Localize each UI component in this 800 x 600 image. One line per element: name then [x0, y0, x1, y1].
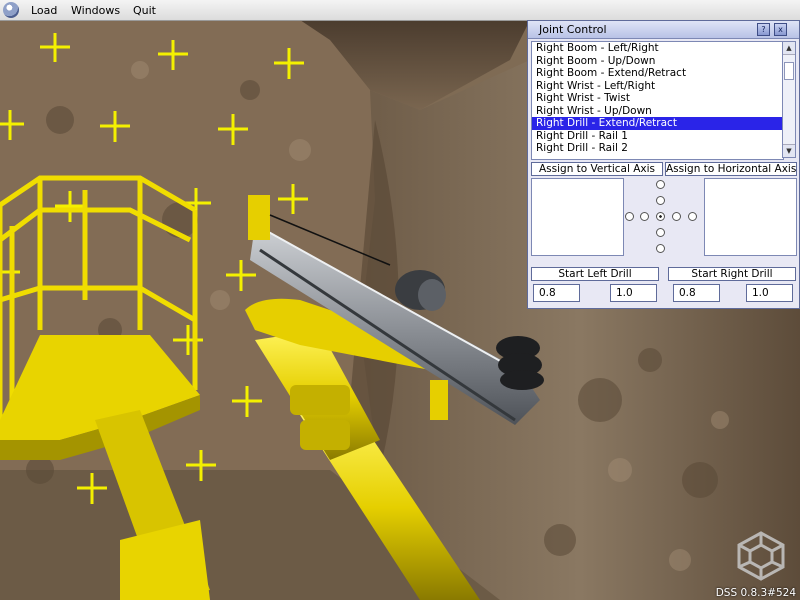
scroll-thumb[interactable]	[784, 62, 794, 80]
scroll-up-icon[interactable]: ▲	[783, 42, 795, 55]
app-logo-icon	[3, 2, 19, 18]
dpad-center[interactable]	[656, 212, 665, 221]
list-item[interactable]: Right Boom - Up/Down	[532, 55, 783, 68]
dpad-right-1[interactable]	[672, 212, 681, 221]
version-label: DSS 0.8.3#524	[715, 587, 796, 599]
dpad-down-2[interactable]	[656, 244, 665, 253]
dpad-down-1[interactable]	[656, 228, 665, 237]
dpad-up-2[interactable]	[656, 180, 665, 189]
dpad-up-1[interactable]	[656, 196, 665, 205]
list-item[interactable]: Right Drill - Rail 2	[532, 142, 783, 155]
vertical-axis-list[interactable]	[531, 178, 624, 256]
menu-bar: Load Windows Quit	[0, 0, 800, 21]
list-item[interactable]: Right Wrist - Up/Down	[532, 105, 783, 118]
list-item[interactable]: Right Boom - Extend/Retract	[532, 67, 783, 80]
list-item[interactable]: Right Drill - Rail 1	[532, 130, 783, 143]
dpad-left-1[interactable]	[640, 212, 649, 221]
left-drill-value-1[interactable]: 0.8	[533, 284, 580, 302]
joint-control-window: Joint Control ? x Right Boom - Left/Righ…	[527, 20, 800, 309]
assign-horizontal-button[interactable]: Assign to Horizontal Axis	[665, 162, 797, 176]
menu-quit[interactable]: Quit	[133, 4, 156, 17]
menu-load[interactable]: Load	[31, 4, 57, 17]
assign-vertical-button[interactable]: Assign to Vertical Axis	[531, 162, 663, 176]
horizontal-axis-list[interactable]	[704, 178, 797, 256]
right-drill-value-2[interactable]: 1.0	[746, 284, 793, 302]
list-item[interactable]: Right Wrist - Left/Right	[532, 80, 783, 93]
joint-list[interactable]: Right Boom - Left/Right Right Boom - Up/…	[531, 41, 784, 160]
list-item[interactable]: Right Wrist - Twist	[532, 92, 783, 105]
dpad-right-2[interactable]	[688, 212, 697, 221]
menu-windows[interactable]: Windows	[71, 4, 120, 17]
start-right-drill-button[interactable]: Start Right Drill	[668, 267, 796, 281]
navigation-hexagon-icon[interactable]	[733, 529, 789, 583]
close-button[interactable]: x	[774, 23, 787, 36]
list-item[interactable]: Right Boom - Left/Right	[532, 42, 783, 55]
start-left-drill-button[interactable]: Start Left Drill	[531, 267, 659, 281]
window-title: Joint Control	[539, 23, 607, 36]
left-drill-value-2[interactable]: 1.0	[610, 284, 657, 302]
dpad-left-2[interactable]	[625, 212, 634, 221]
right-drill-value-1[interactable]: 0.8	[673, 284, 720, 302]
scroll-down-icon[interactable]: ▼	[783, 144, 795, 157]
help-button[interactable]: ?	[757, 23, 770, 36]
window-titlebar[interactable]: Joint Control ? x	[528, 21, 799, 39]
list-item-selected[interactable]: Right Drill - Extend/Retract	[532, 117, 783, 130]
list-scrollbar[interactable]: ▲ ▼	[782, 41, 796, 158]
